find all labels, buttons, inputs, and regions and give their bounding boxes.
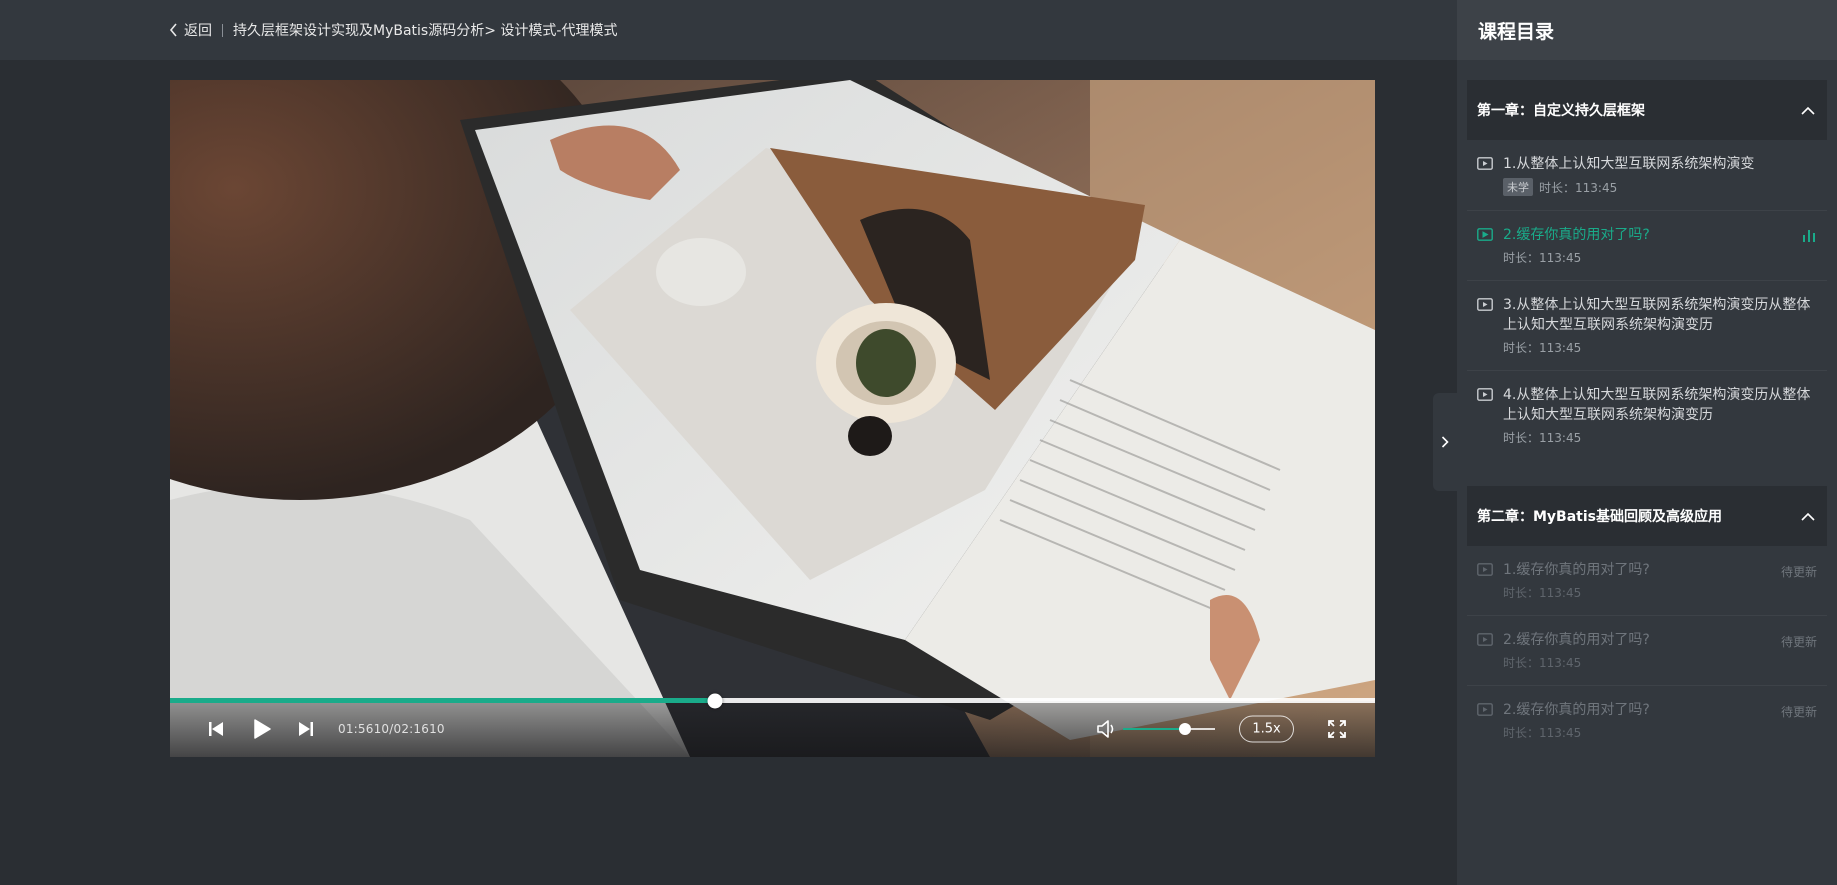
lesson-meta: 时长：113:45 xyxy=(1503,339,1817,356)
pending-update-label: 待更新 xyxy=(1780,705,1817,719)
progress-knob[interactable] xyxy=(707,693,723,708)
lesson-item[interactable]: 4.从整体上认知大型互联网系统架构演变历从整体上认知大型互联网系统架构演变历 时… xyxy=(1467,371,1827,460)
volume-button[interactable] xyxy=(1096,719,1118,739)
lesson-meta: 时长：113:45 xyxy=(1503,429,1817,446)
fullscreen-icon xyxy=(1328,720,1346,738)
chapter-1: 第一章：自定义持久层框架 1.从整体上认知大型互联网系统架构演变 未学 时长：1… xyxy=(1467,80,1827,460)
chapter-title: 第一章：自定义持久层框架 xyxy=(1477,103,1645,119)
lesson-duration: 时长：113:45 xyxy=(1503,656,1582,670)
lesson-item[interactable]: 3.从整体上认知大型互联网系统架构演变历从整体上认知大型互联网系统架构演变历 时… xyxy=(1467,281,1827,371)
lesson-item-pending[interactable]: 2.缓存你真的用对了吗? 时长：113:45 待更新 xyxy=(1467,616,1827,686)
lesson-title: 1.从整体上认知大型互联网系统架构演变 xyxy=(1503,156,1755,172)
lesson-title: 2.缓存你真的用对了吗? xyxy=(1503,227,1650,243)
unlearned-badge: 未学 xyxy=(1503,178,1533,196)
lesson-meta: 时长：113:45 xyxy=(1503,249,1817,266)
fullscreen-button[interactable] xyxy=(1327,719,1347,739)
now-playing-bars-icon xyxy=(1803,230,1815,242)
chevron-up-icon xyxy=(1801,512,1815,521)
time-display: 01:5610/02:1610 xyxy=(338,722,445,736)
video-lesson-icon xyxy=(1477,228,1493,241)
lesson-duration: 时长：113:45 xyxy=(1503,726,1582,740)
sidebar-toggle-button[interactable] xyxy=(1433,393,1457,491)
video-lesson-icon xyxy=(1477,563,1493,576)
play-button[interactable] xyxy=(252,718,272,740)
lesson-title: 3.从整体上认知大型互联网系统架构演变历从整体上认知大型互联网系统架构演变历 xyxy=(1503,297,1811,333)
skip-next-icon xyxy=(299,722,313,736)
pending-update-label: 待更新 xyxy=(1780,635,1817,649)
video-lesson-icon xyxy=(1477,388,1493,401)
lesson-item-current[interactable]: 2.缓存你真的用对了吗? 时长：113:45 xyxy=(1467,211,1827,281)
volume-slider[interactable] xyxy=(1123,723,1215,735)
progress-bar[interactable] xyxy=(170,693,1375,708)
breadcrumb: 持久层框架设计实现及MyBatis源码分析> 设计模式-代理模式 xyxy=(233,23,618,39)
progress-fill xyxy=(170,698,715,703)
breadcrumb-divider xyxy=(222,23,223,37)
lesson-title: 2.缓存你真的用对了吗? xyxy=(1503,702,1650,718)
video-frame xyxy=(170,80,1375,757)
chapter-header[interactable]: 第二章：MyBatis基础回顾及高级应用 xyxy=(1467,486,1827,546)
top-bar: 返回 持久层框架设计实现及MyBatis源码分析> 设计模式-代理模式 xyxy=(0,0,1457,60)
lesson-meta: 时长：113:45 xyxy=(1503,654,1817,671)
playback-speed-button[interactable]: 1.5x xyxy=(1239,715,1294,743)
next-button[interactable] xyxy=(298,720,314,738)
back-button[interactable]: 返回 xyxy=(169,20,212,40)
lesson-item-pending[interactable]: 2.缓存你真的用对了吗? 时长：113:45 待更新 xyxy=(1467,686,1827,755)
video-lesson-icon xyxy=(1477,298,1493,311)
volume-icon xyxy=(1097,720,1114,738)
lesson-duration: 时长：113:45 xyxy=(1539,180,1618,195)
video-lesson-icon xyxy=(1477,703,1493,716)
video-lesson-icon xyxy=(1477,157,1493,170)
video-player[interactable]: 01:5610/02:1610 1.5x xyxy=(170,80,1375,757)
lesson-meta: 时长：113:45 xyxy=(1503,724,1817,741)
chevron-right-icon xyxy=(1441,436,1449,448)
volume-knob[interactable] xyxy=(1178,723,1191,735)
chapter-header[interactable]: 第一章：自定义持久层框架 xyxy=(1467,80,1827,140)
skip-previous-icon xyxy=(209,722,223,736)
chapter-2: 第二章：MyBatis基础回顾及高级应用 1.缓存你真的用对了吗? 时长：113… xyxy=(1467,486,1827,755)
lesson-title: 4.从整体上认知大型互联网系统架构演变历从整体上认知大型互联网系统架构演变历 xyxy=(1503,387,1811,423)
lesson-duration: 时长：113:45 xyxy=(1503,431,1582,445)
lesson-title: 2.缓存你真的用对了吗? xyxy=(1503,632,1650,648)
lesson-duration: 时长：113:45 xyxy=(1503,341,1582,355)
lesson-title: 1.缓存你真的用对了吗? xyxy=(1503,562,1650,578)
volume-fill xyxy=(1123,728,1185,730)
chapter-title: 第二章：MyBatis基础回顾及高级应用 xyxy=(1477,509,1722,525)
lesson-item-pending[interactable]: 1.缓存你真的用对了吗? 时长：113:45 待更新 xyxy=(1467,546,1827,616)
previous-button[interactable] xyxy=(208,720,224,738)
lesson-duration: 时长：113:45 xyxy=(1503,586,1582,600)
pending-update-label: 待更新 xyxy=(1780,565,1817,579)
sidebar-title: 课程目录 xyxy=(1457,0,1837,60)
lesson-item[interactable]: 1.从整体上认知大型互联网系统架构演变 未学 时长：113:45 xyxy=(1467,140,1827,211)
play-icon xyxy=(253,719,271,739)
player-controls: 01:5610/02:1610 1.5x xyxy=(170,693,1375,757)
lesson-meta: 时长：113:45 xyxy=(1503,584,1817,601)
chevron-left-icon xyxy=(169,23,177,37)
course-sidebar: 课程目录 第一章：自定义持久层框架 1.从整体上认知大型互联网系统架构演变 未学… xyxy=(1457,0,1837,885)
chevron-up-icon xyxy=(1801,106,1815,115)
back-label: 返回 xyxy=(184,23,212,39)
lesson-duration: 时长：113:45 xyxy=(1503,251,1582,265)
lesson-meta: 未学 时长：113:45 xyxy=(1503,178,1817,196)
video-lesson-icon xyxy=(1477,633,1493,646)
